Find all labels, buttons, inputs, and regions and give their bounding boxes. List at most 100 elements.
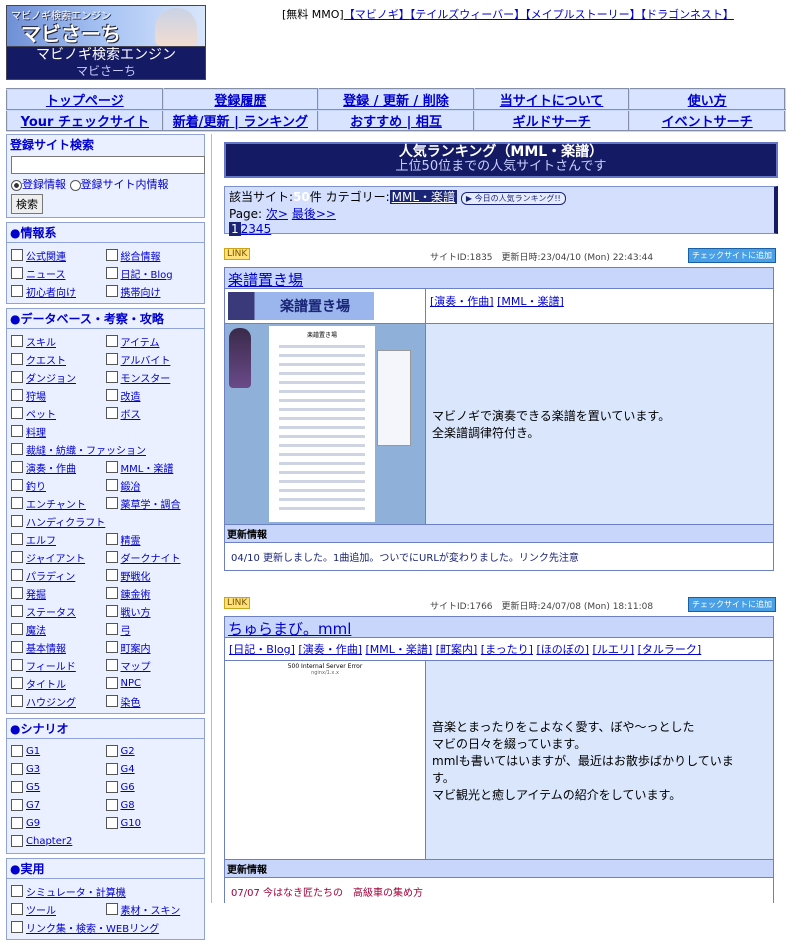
category-item[interactable]: 基本情報 — [11, 638, 106, 656]
category-checkbox[interactable] — [105, 781, 118, 793]
nav-check-site[interactable]: Your チェックサイト — [6, 109, 164, 132]
category-checkbox[interactable] — [105, 249, 118, 261]
category-item[interactable]: 料理 — [11, 422, 200, 440]
category-item[interactable]: G6 — [105, 778, 201, 796]
category-checkbox[interactable] — [11, 515, 23, 527]
page-5[interactable]: 5 — [264, 222, 272, 236]
category-checkbox[interactable] — [11, 353, 23, 365]
nav-about[interactable]: 当サイトについて — [472, 88, 631, 111]
tag-link[interactable]: [ルエリ] — [593, 643, 635, 656]
add-check-site-button[interactable]: チェックサイトに追加 — [688, 248, 776, 263]
category-item[interactable]: 狩場 — [11, 386, 106, 404]
category-item[interactable]: 戦い方 — [105, 602, 201, 620]
category-checkbox[interactable] — [105, 285, 118, 297]
category-item[interactable]: NPC — [105, 674, 201, 692]
site-screenshot[interactable]: 楽譜置き場 — [225, 324, 425, 524]
tag-link[interactable]: [まったり] — [481, 643, 533, 656]
toplink-maplestory[interactable]: 【メイプルストーリー】 — [525, 8, 641, 21]
category-item[interactable]: ダンジョン — [11, 368, 106, 386]
category-item[interactable]: ボス — [105, 404, 201, 422]
tag-link[interactable]: [日記・Blog] — [229, 643, 295, 656]
category-item[interactable]: 弓 — [105, 620, 201, 638]
category-link[interactable]: MML・楽譜 — [389, 190, 458, 204]
category-checkbox[interactable] — [11, 285, 23, 297]
category-item[interactable]: 町案内 — [105, 638, 201, 656]
category-item[interactable]: 総合情報 — [105, 246, 201, 264]
category-item[interactable]: 改造 — [105, 386, 201, 404]
category-title[interactable]: ●シナリオ — [7, 719, 204, 739]
category-checkbox[interactable] — [105, 353, 118, 365]
nav-top[interactable]: トップページ — [6, 88, 164, 111]
category-checkbox[interactable] — [11, 745, 23, 757]
category-item[interactable]: リンク集・検索・WEBリング — [11, 918, 200, 936]
category-checkbox[interactable] — [11, 799, 23, 811]
category-item[interactable]: パラディン — [11, 566, 106, 584]
add-check-site-button[interactable]: チェックサイトに追加 — [688, 597, 776, 612]
tag-link[interactable]: [タルラーク] — [638, 643, 702, 656]
category-item[interactable]: 染色 — [105, 692, 201, 710]
category-checkbox[interactable] — [105, 745, 118, 757]
category-item[interactable]: 野戦化 — [105, 566, 201, 584]
category-item[interactable]: モンスター — [105, 368, 201, 386]
nav-event[interactable]: イベントサーチ — [628, 109, 786, 132]
tag-link[interactable]: [MML・楽譜] — [497, 295, 564, 308]
category-item[interactable]: G3 — [11, 760, 106, 778]
category-checkbox[interactable] — [11, 695, 23, 707]
category-checkbox[interactable] — [105, 903, 118, 915]
category-item[interactable]: 裁縫・紡織・ファッション — [11, 440, 200, 458]
category-item[interactable]: G1 — [11, 742, 106, 760]
radio-site-content[interactable] — [69, 179, 81, 191]
category-item[interactable]: ペット — [11, 404, 106, 422]
category-checkbox[interactable] — [105, 659, 118, 671]
site-logo[interactable]: マビノギ検索エンジン マビさーち マビノギ検索エンジン マビさーち — [6, 5, 206, 80]
category-checkbox[interactable] — [11, 659, 23, 671]
category-item[interactable]: ジャイアント — [11, 548, 106, 566]
category-item[interactable]: ハンディクラフト — [11, 512, 200, 530]
category-title[interactable]: ●データベース・考察・攻略 — [7, 309, 204, 329]
tag-link[interactable]: [ほのぼの] — [536, 643, 589, 656]
category-checkbox[interactable] — [11, 677, 23, 689]
category-checkbox[interactable] — [105, 533, 118, 545]
category-checkbox[interactable] — [11, 425, 23, 437]
category-checkbox[interactable] — [105, 551, 118, 563]
page-3[interactable]: 3 — [248, 222, 256, 236]
category-checkbox[interactable] — [11, 479, 23, 491]
nav-recommend[interactable]: おすすめ | 相互 — [317, 109, 475, 132]
link-badge[interactable]: LINK — [224, 248, 251, 260]
category-checkbox[interactable] — [105, 605, 118, 617]
today-ranking-button[interactable]: ▶ 今日の人気ランキング!! — [460, 192, 566, 205]
category-item[interactable]: 錬金術 — [105, 584, 201, 602]
category-checkbox[interactable] — [105, 799, 118, 811]
category-title[interactable]: ●情報系 — [7, 223, 204, 243]
category-item[interactable]: 鍛冶 — [105, 476, 201, 494]
category-checkbox[interactable] — [11, 903, 23, 915]
site-name-link[interactable]: 楽譜置き場 — [228, 271, 303, 289]
toplink-mabinogi[interactable]: 【マビノギ】 — [344, 8, 410, 21]
category-checkbox[interactable] — [11, 461, 23, 473]
nav-ranking[interactable]: 新着/更新 | ランキング — [161, 109, 320, 132]
category-item[interactable]: G4 — [105, 760, 201, 778]
category-checkbox[interactable] — [11, 443, 23, 455]
category-checkbox[interactable] — [11, 763, 23, 775]
category-item[interactable]: アルバイト — [105, 350, 201, 368]
category-checkbox[interactable] — [11, 587, 23, 599]
page-4[interactable]: 4 — [256, 222, 264, 236]
category-checkbox[interactable] — [11, 335, 23, 347]
category-checkbox[interactable] — [105, 407, 118, 419]
category-item[interactable]: 薬草学・調合 — [105, 494, 201, 512]
category-item[interactable]: G7 — [11, 796, 106, 814]
category-checkbox[interactable] — [11, 389, 23, 401]
category-checkbox[interactable] — [11, 641, 23, 653]
category-item[interactable]: マップ — [105, 656, 201, 674]
nav-guild[interactable]: ギルドサーチ — [472, 109, 631, 132]
category-checkbox[interactable] — [105, 479, 118, 491]
next-page-link[interactable]: 次> — [266, 207, 288, 221]
category-item[interactable]: MML・楽譜 — [105, 458, 201, 476]
category-checkbox[interactable] — [11, 249, 23, 261]
radio-registered-info[interactable] — [11, 179, 22, 191]
search-button[interactable]: 検索 — [11, 194, 43, 214]
category-checkbox[interactable] — [105, 695, 118, 707]
category-title[interactable]: ●実用 — [7, 859, 204, 879]
category-item[interactable]: スキル — [11, 332, 106, 350]
category-checkbox[interactable] — [11, 569, 23, 581]
